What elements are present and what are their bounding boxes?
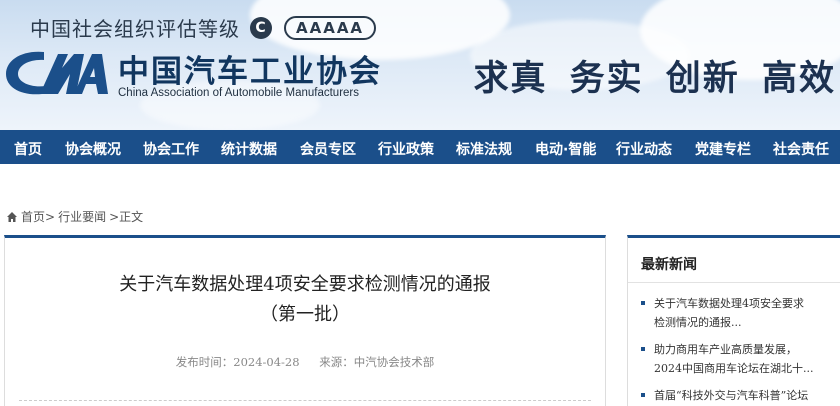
news-line: 2024中国商用车论坛在湖北十...: [654, 362, 814, 375]
nav-item-electric-smart[interactable]: 电动·智能: [535, 139, 596, 159]
publish-time: 发布时间：2024-04-28: [175, 355, 300, 369]
org-name-en: China Association of Automobile Manufact…: [118, 87, 359, 99]
nav-item-standards[interactable]: 标准法规: [456, 139, 512, 159]
news-item[interactable]: 关于汽车数据处理4项安全要求 检测情况的通报...: [640, 294, 838, 332]
news-line: 首届“科技外交与汽车科普”论坛: [654, 389, 809, 402]
breadcrumb: 首页> 行业要闻 >正文: [6, 208, 143, 225]
nav-item-statistics[interactable]: 统计数据: [221, 139, 277, 159]
breadcrumb-section[interactable]: 行业要闻: [58, 208, 106, 225]
nav-item-members[interactable]: 会员专区: [300, 139, 356, 159]
evaluation-level: 中国社会组织评估等级 C AAAAA: [30, 13, 377, 42]
breadcrumb-home[interactable]: 首页>: [21, 208, 55, 225]
nav-item-policy[interactable]: 行业政策: [378, 139, 434, 159]
nav-item-social-responsibility[interactable]: 社会责任: [773, 139, 829, 159]
news-item[interactable]: 首届“科技外交与汽车科普”论坛: [640, 386, 838, 405]
article-subtitle: （第一批）: [260, 304, 350, 325]
main-nav: 首页 协会概况 协会工作 统计数据 会员专区 行业政策 标准法规 电动·智能 行…: [0, 130, 840, 164]
nav-item-work[interactable]: 协会工作: [143, 139, 199, 159]
bullet-icon: [641, 347, 645, 351]
article-meta: 发布时间：2024-04-28 来源：中汽协会技术部: [5, 354, 605, 370]
home-icon[interactable]: [6, 211, 18, 223]
c-badge-icon: C: [250, 16, 272, 39]
nav-item-party[interactable]: 党建专栏: [695, 139, 751, 159]
nav-item-home[interactable]: 首页: [14, 139, 42, 159]
caam-logo-icon[interactable]: [2, 44, 114, 100]
bullet-icon: [641, 301, 645, 305]
divider: [19, 400, 591, 401]
evaluation-label: 中国社会组织评估等级: [30, 17, 240, 41]
news-item[interactable]: 助力商用车产业高质量发展， 2024中国商用车论坛在湖北十...: [640, 340, 838, 378]
news-line: 检测情况的通报...: [654, 316, 742, 329]
divider: [628, 282, 840, 283]
nav-item-about[interactable]: 协会概况: [65, 139, 121, 159]
org-name-cn: 中国汽车工业协会: [118, 54, 382, 90]
article-title: 关于汽车数据处理4项安全要求检测情况的通报: [119, 274, 491, 295]
nav-item-industry-news[interactable]: 行业动态: [616, 139, 672, 159]
level-badge: AAAAA: [284, 15, 377, 40]
news-line: 助力商用车产业高质量发展，: [654, 343, 797, 356]
latest-news-panel: 最新新闻 关于汽车数据处理4项安全要求 检测情况的通报... 助力商用车产业高质…: [627, 235, 840, 406]
news-line: 关于汽车数据处理4项安全要求: [654, 297, 804, 310]
slogan: 求真 务实 创新 高效: [473, 59, 836, 99]
article-panel: 关于汽车数据处理4项安全要求检测情况的通报 （第一批） 发布时间：2024-04…: [4, 235, 606, 406]
header-banner: 中国社会组织评估等级 C AAAAA 中国汽车工业协会 China Associ…: [0, 0, 840, 130]
article-source: 来源：中汽协会技术部: [319, 355, 435, 369]
breadcrumb-current: >正文: [109, 210, 144, 224]
bullet-icon: [641, 393, 645, 397]
sidebar-title: 最新新闻: [641, 257, 697, 273]
